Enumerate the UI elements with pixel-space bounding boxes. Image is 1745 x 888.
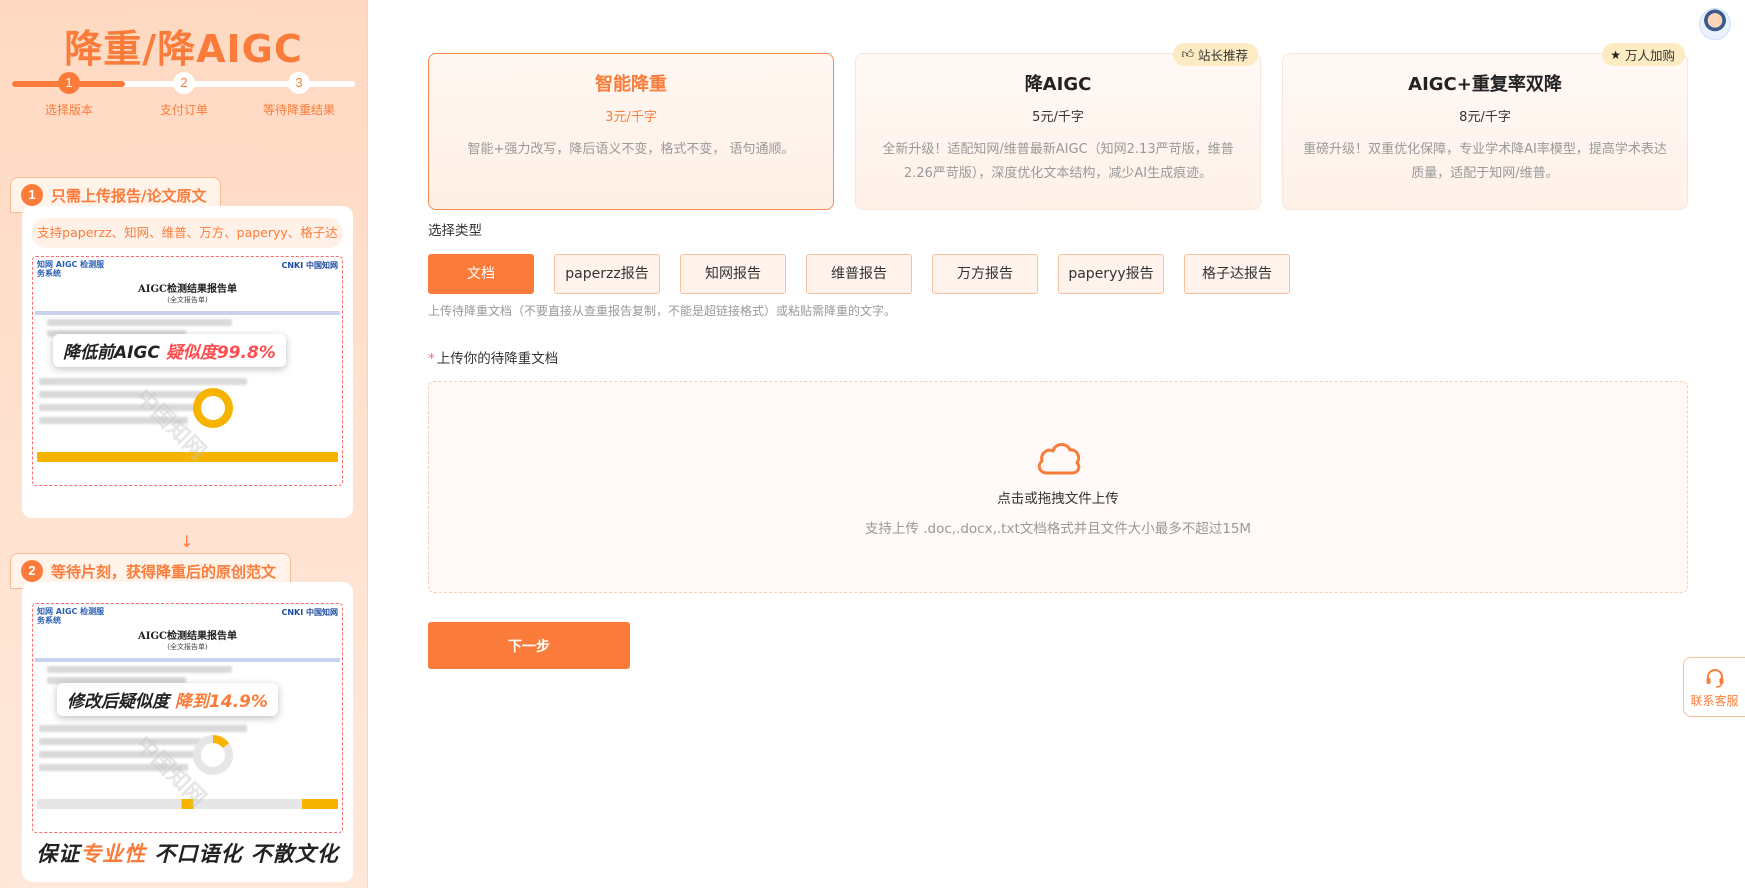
required-mark: * [428, 351, 435, 367]
plan-name: 智能降重 [595, 74, 667, 95]
file-dropzone[interactable]: 点击或拖拽文件上传 支持上传 .doc,.docx,.txt文档格式并且文件大小… [428, 381, 1688, 593]
cloud-upload-icon [1034, 439, 1082, 479]
upload-label-text: 上传你的待降重文档 [436, 351, 559, 367]
slogan-part2: 不口语化 不散文化 [146, 842, 339, 866]
plan-badge-label: 站长推荐 [1197, 48, 1248, 63]
brand-title: 降重/降AIGC [64, 27, 303, 71]
plan-price: 5元/千字 [1032, 110, 1084, 125]
report-blurred-line [39, 738, 203, 745]
dropzone-title: 点击或拖拽文件上传 [997, 491, 1119, 507]
star-icon: ★ [1610, 47, 1621, 62]
type-option-vip[interactable]: 维普报告 [806, 254, 912, 294]
plan-description: 智能+强力改写，降后语义不变，格式不变， 语句通顺。 [467, 142, 795, 157]
type-hint: 上传待降重文档（不要直接从查重报告复制，不能是超链接格式）或粘贴需降重的文字。 [428, 304, 897, 318]
step-3-indicator: 3 [288, 72, 310, 94]
plan-badge: 👍︎ 站长推荐 [1173, 43, 1258, 66]
step-2-label: 支付订单 [159, 103, 208, 117]
report-donut-hole [201, 396, 225, 420]
promo-panel: 降重/降AIGC 1 2 3 选择版本 支付订单 等待降重结果 1 只需上传报告… [0, 0, 368, 888]
plan-description: 全新升级！适配知网/维普最新AIGC（知网2.13严苛版，维普2.26严苛版），… [882, 142, 1234, 181]
section-2-card: 知网 AIGC 检测服务系统 CNKI 中国知网 AIGC检测结果报告单 (全文… [22, 582, 353, 882]
step-1-label: 选择版本 [44, 103, 93, 117]
next-step-button[interactable]: 下一步 [428, 622, 630, 669]
dropzone-subtitle: 支持上传 .doc,.docx,.txt文档格式并且文件大小最多不超过15M [864, 521, 1252, 537]
slogan: 保证专业性 不口语化 不散文化 [22, 838, 353, 868]
report-subtitle: (全文报告单) [167, 643, 208, 651]
type-option-document[interactable]: 文档 [428, 254, 534, 294]
plan-name: AIGC+重复率双降 [1408, 74, 1562, 95]
thumbs-up-icon: 👍︎ [1181, 47, 1194, 61]
type-option-wanfang[interactable]: 万方报告 [932, 254, 1038, 294]
plan-card-aigc[interactable]: 👍︎ 站长推荐 降AIGC 5元/千字 全新升级！适配知网/维普最新AIGC（知… [855, 43, 1261, 210]
plan-price: 8元/千字 [1459, 110, 1511, 125]
report-logo-left: 知网 AIGC 检测服务系统 [37, 260, 105, 278]
plan-selector: 智能降重 3元/千字 智能+强力改写，降后语义不变，格式不变， 语句通顺。 👍︎… [428, 43, 1688, 210]
type-option-cnki[interactable]: 知网报告 [680, 254, 786, 294]
before-callout-value: 疑似度99.8% [165, 343, 276, 363]
after-callout: 修改后疑似度 降到14.9% [57, 683, 278, 716]
after-callout-prefix: 修改后疑似度 [67, 692, 169, 712]
report-title: AIGC检测结果报告单 [138, 631, 237, 642]
section-1-card: 支持paperzz、知网、维普、万方、paperyy、格子达 知网 AIGC 检… [22, 206, 353, 518]
customer-service-button[interactable]: 联系客服 [1683, 657, 1745, 717]
report-blurred-line [39, 391, 203, 398]
before-callout: 降低前AIGC 疑似度99.8% [53, 334, 286, 367]
plan-name: 降AIGC [1024, 74, 1092, 95]
report-blurred-line [39, 725, 247, 732]
report-before-preview: 知网 AIGC 检测服务系统 CNKI 中国知网 AIGC检测结果报告单 (全文… [32, 256, 343, 486]
report-blurred-line [39, 404, 218, 411]
report-blurred-line [47, 319, 233, 326]
plan-card-smart[interactable]: 智能降重 3元/千字 智能+强力改写，降后语义不变，格式不变， 语句通顺。 [428, 53, 834, 210]
page: 降重/降AIGC 1 2 3 选择版本 支付订单 等待降重结果 1 只需上传报告… [0, 0, 1745, 888]
step-1-indicator: 1 [58, 72, 80, 94]
report-blurred-line [47, 666, 233, 673]
plan-description: 重磅升级！双重优化保障，专业学术降AI率模型，提高学术表达质量，适配于知网/维普… [1303, 142, 1667, 181]
slogan-part1: 保证 [36, 842, 81, 866]
report-blurred-line [39, 378, 247, 385]
report-logo-right: CNKI 中国知网 [281, 608, 338, 617]
upload-label: * 上传你的待降重文档 [428, 347, 558, 367]
after-callout-value: 降到14.9% [174, 692, 268, 712]
plan-card-double[interactable]: ★ 万人加购 AIGC+重复率双降 8元/千字 重磅升级！双重优化保障，专业学术… [1282, 43, 1688, 210]
before-callout-prefix: 降低前AIGC [63, 343, 160, 363]
report-divider [35, 311, 340, 315]
report-subtitle: (全文报告单) [167, 296, 208, 304]
report-logo-right: CNKI 中国知网 [281, 261, 338, 270]
type-option-paperyy[interactable]: paperyy报告 [1058, 254, 1164, 294]
report-logo-left: 知网 AIGC 检测服务系统 [37, 607, 105, 625]
step-3-label: 等待降重结果 [262, 103, 335, 117]
type-option-paperzz[interactable]: paperzz报告 [554, 254, 660, 294]
report-after-preview: 知网 AIGC 检测服务系统 CNKI 中国知网 AIGC检测结果报告单 (全文… [32, 603, 343, 833]
report-title: AIGC检测结果报告单 [138, 284, 237, 295]
headset-icon [1706, 669, 1723, 688]
report-donut-hole [201, 743, 225, 767]
type-options: 文档 paperzz报告 知网报告 维普报告 万方报告 paperyy报告 格子… [428, 254, 1290, 294]
plan-price: 3元/千字 [605, 110, 657, 125]
plan-badge: ★ 万人加购 [1602, 43, 1685, 66]
arrow-down-icon: ↓ [180, 532, 194, 551]
report-divider [35, 658, 340, 662]
type-option-gezida[interactable]: 格子达报告 [1184, 254, 1290, 294]
report-blurred-line [39, 751, 218, 758]
user-avatar[interactable] [1699, 8, 1731, 40]
plan-badge-label: 万人加购 [1624, 48, 1675, 63]
step-2-indicator: 2 [173, 72, 195, 94]
section-2-title: 等待片刻，获得降重后的原创范文 [51, 562, 277, 581]
section-2-number: 2 [21, 560, 43, 582]
customer-service-label: 联系客服 [1690, 694, 1739, 708]
slogan-highlight: 专业性 [80, 842, 147, 866]
type-label: 选择类型 [428, 223, 482, 239]
support-platforms: 支持paperzz、知网、维普、万方、paperyy、格子达 [32, 218, 343, 248]
section-1-number: 1 [21, 184, 43, 206]
section-1-title: 只需上传报告/论文原文 [51, 186, 207, 205]
